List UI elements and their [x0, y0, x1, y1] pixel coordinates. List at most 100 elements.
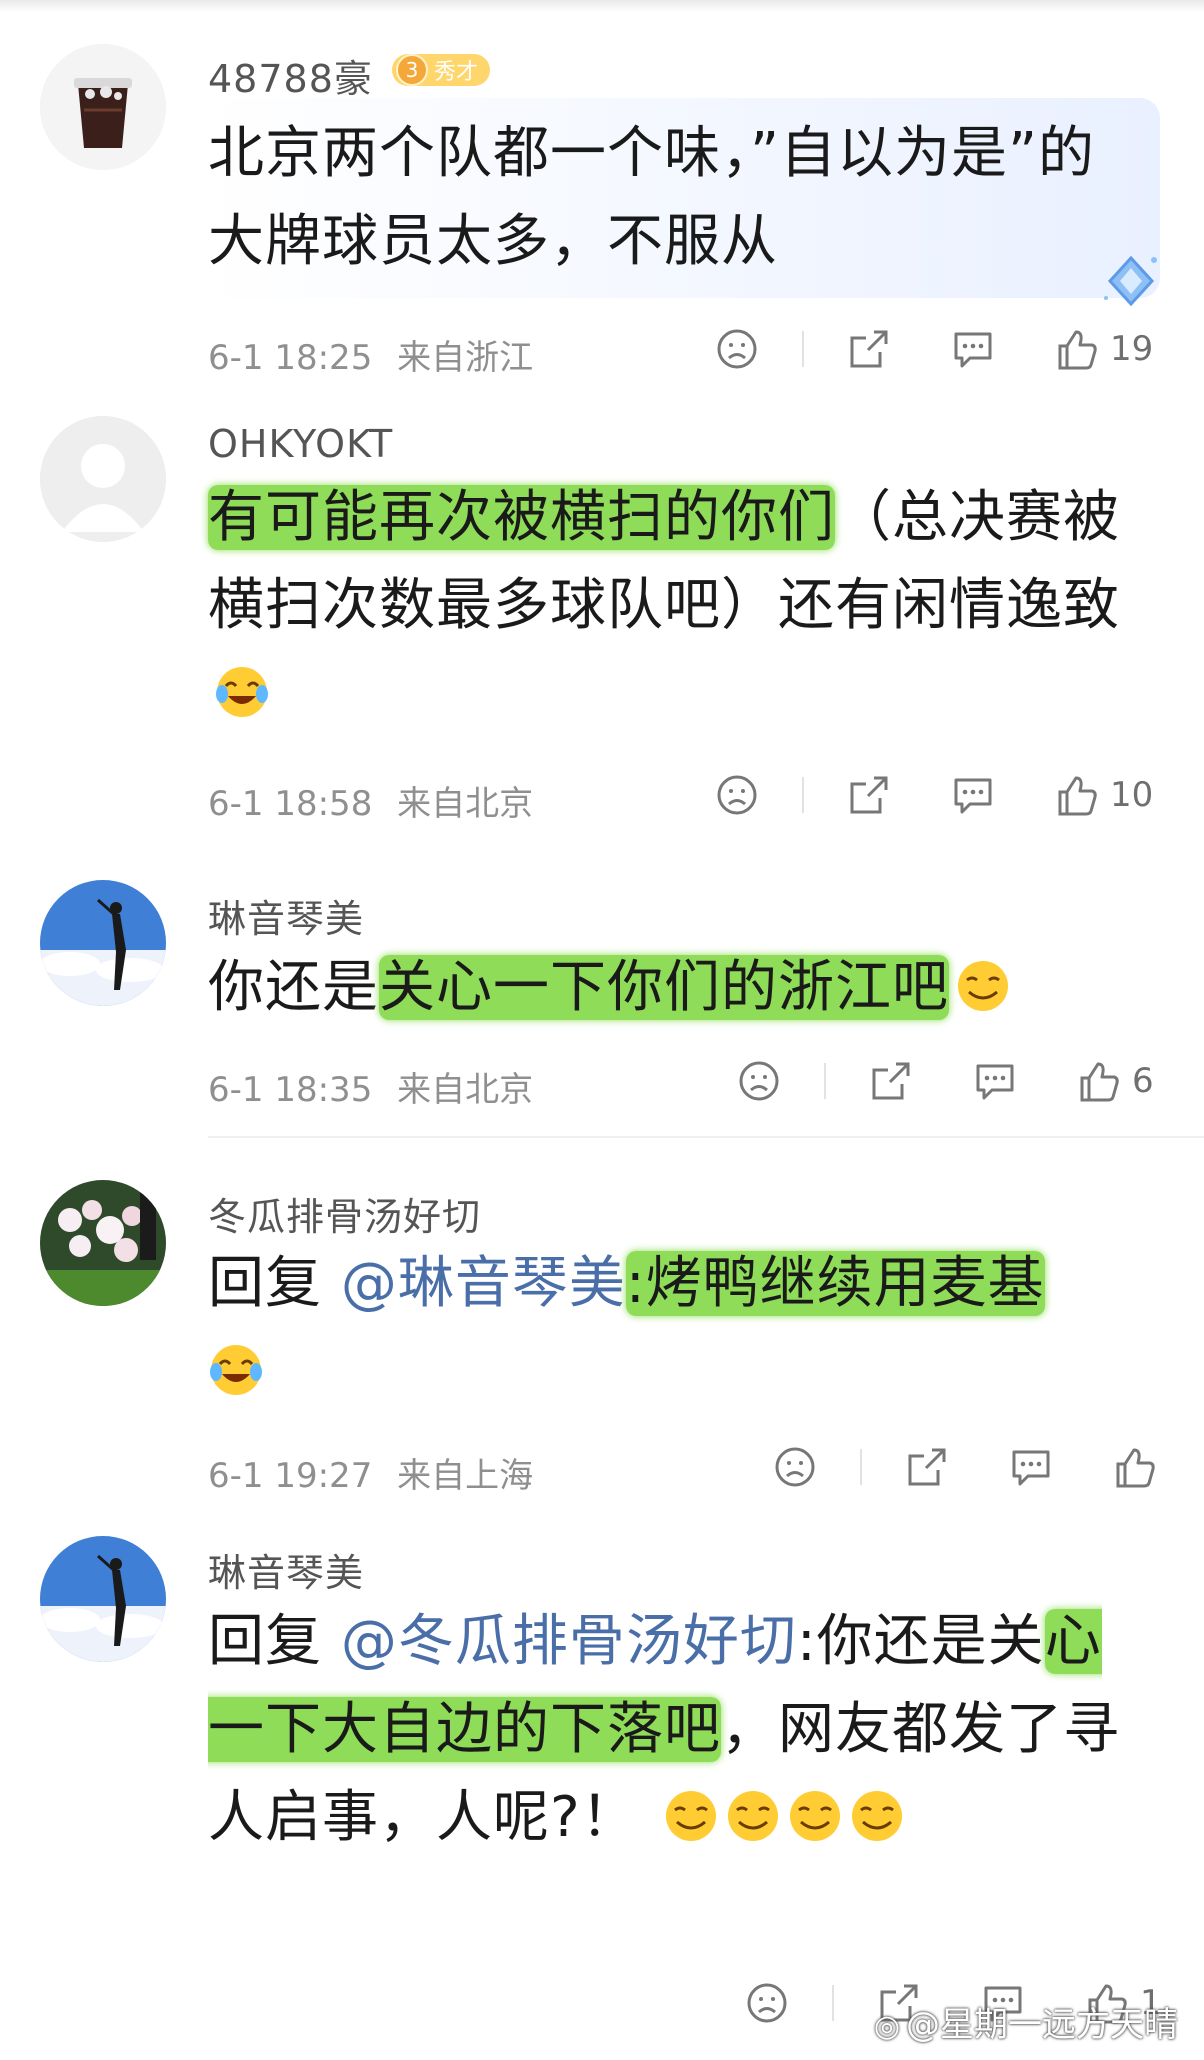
- divider: [208, 1136, 1204, 1138]
- reply-button[interactable]: [950, 326, 996, 372]
- thumbs-up-icon: [1058, 776, 1097, 816]
- username[interactable]: 琳音琴美: [208, 888, 364, 943]
- action-separator: [824, 1063, 826, 1099]
- highlighted-text: :烤鸭继续用麦基: [625, 1251, 1045, 1316]
- comment-text-part: :你还是关: [796, 1609, 1045, 1674]
- like-count: 6: [1132, 1061, 1154, 1101]
- thumbs-up-icon: [1116, 1448, 1155, 1488]
- reply-button[interactable]: [972, 1058, 1018, 1104]
- avatar[interactable]: [40, 1180, 166, 1306]
- reply-button[interactable]: [1008, 1444, 1054, 1490]
- timestamp: 6-1 18:35: [208, 1070, 373, 1110]
- level-number: 3: [396, 54, 428, 86]
- comment-text-part: 你还是: [208, 955, 379, 1020]
- avatar[interactable]: [40, 880, 166, 1006]
- like-count: 10: [1110, 775, 1154, 815]
- comment-list: 48788豪 3 秀才 北京两个队都一个味，”自以为是”的大牌球员太多，不服从 …: [0, 0, 1204, 2060]
- default-avatar-icon: [40, 416, 166, 542]
- username[interactable]: OHKYOKT: [208, 422, 393, 466]
- level-title: 秀才: [434, 60, 479, 85]
- frown-face-icon: [717, 775, 757, 815]
- share-button[interactable]: [846, 772, 892, 818]
- like-button[interactable]: 6: [1076, 1058, 1154, 1104]
- watermark-text: @星期一远方天晴: [906, 2005, 1178, 2045]
- action-separator: [860, 1449, 862, 1485]
- like-button[interactable]: 10: [1054, 772, 1153, 818]
- frown-face-icon: [747, 1983, 787, 2023]
- avatar[interactable]: [40, 416, 166, 542]
- reply-prefix: 回复: [208, 1251, 322, 1316]
- avatar[interactable]: [40, 44, 166, 170]
- frown-face-icon: [739, 1061, 779, 1101]
- dislike-button[interactable]: [772, 1444, 818, 1490]
- location: 来自北京: [397, 1070, 534, 1110]
- comment-meta: 6-1 19:27 来自上海: [208, 1448, 533, 1497]
- timestamp: 6-1 19:27: [208, 1456, 373, 1496]
- frown-face-icon: [775, 1447, 815, 1487]
- frown-face-icon: [717, 329, 757, 369]
- smirk-emoji: [851, 1791, 902, 1841]
- dislike-button[interactable]: [744, 1980, 790, 2026]
- comment-meta: 6-1 18:35 来自北京: [208, 1062, 533, 1111]
- location: 来自上海: [397, 1456, 534, 1496]
- username[interactable]: 琳音琴美: [208, 1542, 364, 1597]
- smirk-emoji: [958, 961, 1008, 1011]
- dislike-button[interactable]: [714, 772, 760, 818]
- chat-bubble-icon: [976, 1064, 1014, 1100]
- dislike-button[interactable]: [714, 326, 760, 372]
- comment-text-part: 北京两个队都一个味，”自以为是”的大牌球员太多，不服从: [208, 121, 1096, 274]
- comment-text: 有可能再次被横扫的你们（总决赛被横扫次数最多球队吧）还有闲情逸致: [208, 474, 1138, 738]
- chat-bubble-icon: [954, 778, 992, 814]
- comment-meta: 6-1 18:58 来自北京: [208, 776, 533, 825]
- action-separator: [802, 777, 804, 813]
- chat-bubble-icon: [954, 332, 992, 368]
- level-badge: 3 秀才: [392, 54, 491, 86]
- location: 来自北京: [397, 784, 534, 824]
- top-shadow: [0, 0, 1204, 12]
- thumbs-up-icon: [1080, 1062, 1119, 1102]
- comment-text: 回复 @冬瓜排骨汤好切:你还是关心一下大自边的下落吧，网友都发了寻人启事，人呢?…: [208, 1598, 1138, 1862]
- weibo-logo-icon: ◎: [873, 2009, 900, 2044]
- smirk-emoji: [789, 1791, 840, 1841]
- share-button[interactable]: [846, 326, 892, 372]
- comment-text: 回复 @琳音琴美:烤鸭继续用麦基: [208, 1240, 1138, 1416]
- highlighted-text: 有可能再次被横扫的你们: [208, 485, 835, 550]
- share-icon: [850, 330, 888, 368]
- comment-meta: 6-1 18:25 来自浙江: [208, 330, 533, 379]
- sky-photo-icon: [40, 880, 166, 1006]
- timestamp: 6-1 18:58: [208, 784, 373, 824]
- mention-link[interactable]: @冬瓜排骨汤好切: [341, 1609, 797, 1674]
- comment-text: 你还是关心一下你们的浙江吧: [208, 944, 1138, 1032]
- comment-text: 北京两个队都一个味，”自以为是”的大牌球员太多，不服从: [208, 110, 1138, 286]
- flower-photo-icon: [40, 1180, 166, 1306]
- username[interactable]: 冬瓜排骨汤好切: [208, 1186, 481, 1241]
- drink-cup-icon: [40, 44, 166, 170]
- action-separator: [832, 1985, 834, 2021]
- avatar[interactable]: [40, 1536, 166, 1662]
- reply-prefix: 回复: [208, 1609, 322, 1674]
- chat-bubble-icon: [1012, 1450, 1050, 1486]
- highlighted-text: 关心一下你们的浙江吧: [379, 955, 949, 1020]
- thumbs-up-icon: [1058, 330, 1097, 370]
- mention-link[interactable]: @琳音琴美: [341, 1251, 626, 1316]
- like-button[interactable]: [1112, 1444, 1168, 1490]
- dislike-button[interactable]: [736, 1058, 782, 1104]
- like-button[interactable]: 19: [1054, 326, 1153, 372]
- share-button[interactable]: [868, 1058, 914, 1104]
- share-button[interactable]: [904, 1444, 950, 1490]
- action-separator: [802, 331, 804, 367]
- share-icon: [908, 1448, 946, 1486]
- share-icon: [872, 1062, 910, 1100]
- share-icon: [850, 776, 888, 814]
- sky-photo-icon: [40, 1536, 166, 1662]
- timestamp: 6-1 18:25: [208, 338, 373, 378]
- username[interactable]: 48788豪: [208, 48, 373, 103]
- comment-actions: 19: [714, 326, 1153, 372]
- smirk-emoji: [665, 1791, 716, 1841]
- laugh-cry-emoji: [210, 1345, 262, 1395]
- laugh-cry-emoji: [216, 667, 268, 717]
- reply-button[interactable]: [950, 772, 996, 818]
- comment-actions: 10: [714, 772, 1153, 818]
- comment-actions: [772, 1444, 1168, 1490]
- diamond-sparkle-icon: [1104, 255, 1157, 307]
